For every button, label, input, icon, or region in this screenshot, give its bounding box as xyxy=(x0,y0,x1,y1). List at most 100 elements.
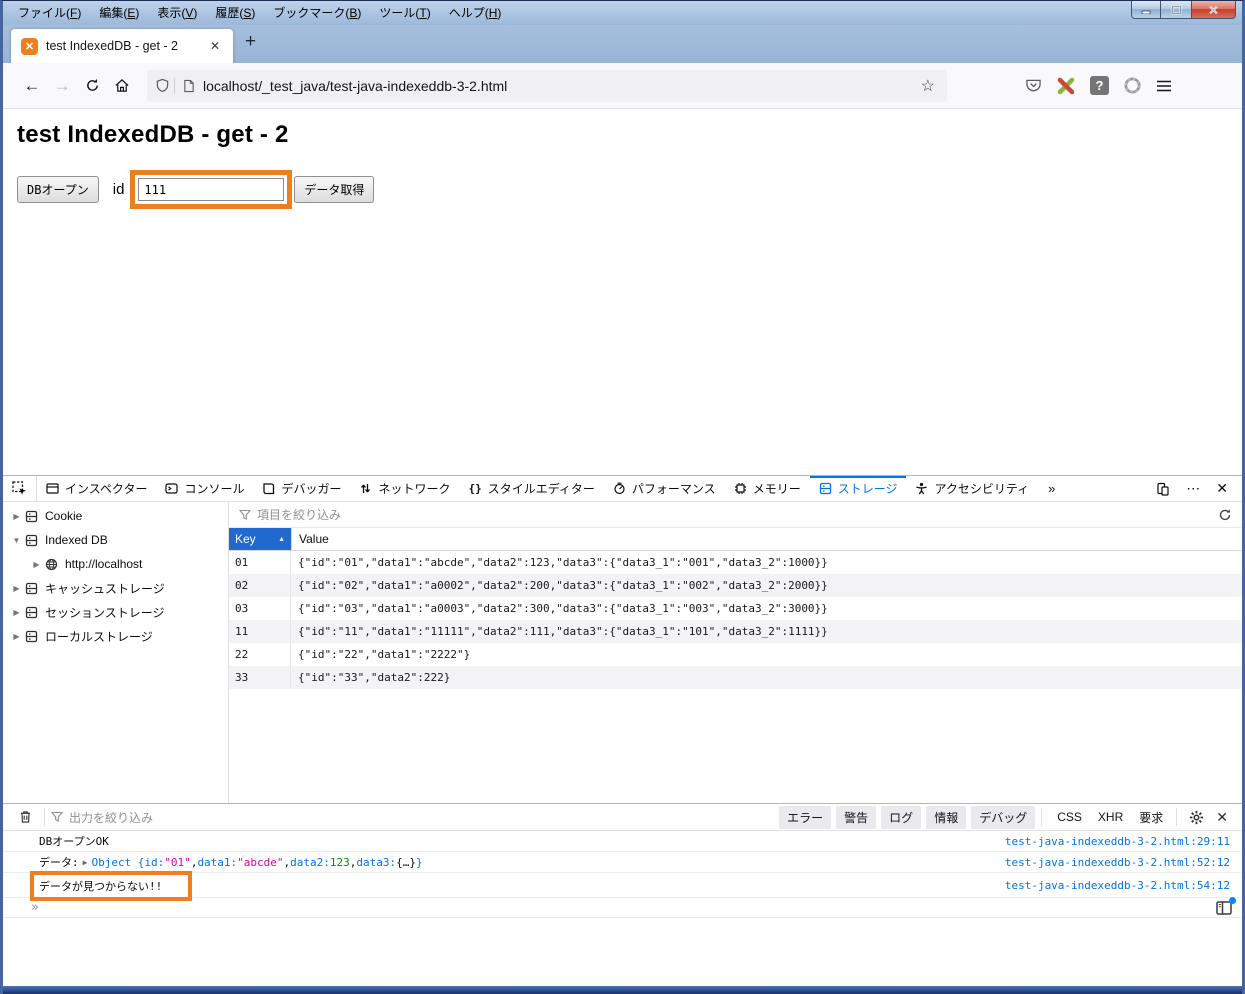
console-source-link[interactable]: test-java-indexeddb-3-2.html:29:11 xyxy=(1005,835,1230,848)
braces-icon: {} xyxy=(468,482,482,495)
browser-tab[interactable]: ✕ test IndexedDB - get - 2 ✕ xyxy=(11,29,233,63)
close-button[interactable] xyxy=(1191,1,1236,19)
devtools-tab-console[interactable]: コンソール xyxy=(156,476,253,501)
menu-item-2[interactable]: 表示(V) xyxy=(148,1,206,25)
twisty-expanded-icon[interactable]: ▼ xyxy=(11,536,22,545)
devtools-tab-network[interactable]: ネットワーク xyxy=(350,476,459,501)
devtools-tab-storage[interactable]: ストレージ xyxy=(810,476,907,501)
devtools-close-icon[interactable]: ✕ xyxy=(1210,480,1234,497)
devtools-tab-performance[interactable]: パフォーマンス xyxy=(604,476,725,501)
menu-item-4[interactable]: ブックマーク(B) xyxy=(264,1,370,25)
menu-item-0[interactable]: ファイル(F) xyxy=(9,1,90,25)
table-row[interactable]: 02 {"id":"02","data1":"a0002","data2":200… xyxy=(229,574,1242,597)
tab-close-icon[interactable]: ✕ xyxy=(205,37,225,55)
column-header-value[interactable]: Value xyxy=(291,528,1242,550)
bookmark-star-icon[interactable]: ☆ xyxy=(917,76,939,96)
inspector-icon xyxy=(46,482,59,495)
menu-item-3[interactable]: 履歴(S) xyxy=(206,1,264,25)
new-tab-button[interactable]: + xyxy=(233,31,268,57)
console-source-link[interactable]: test-java-indexeddb-3-2.html:52:12 xyxy=(1005,856,1230,869)
menu-item-6[interactable]: ヘルプ(H) xyxy=(440,1,511,25)
twisty-collapsed-icon[interactable]: ▶ xyxy=(11,632,22,641)
ring-icon[interactable] xyxy=(1123,76,1142,95)
console-input-row[interactable]: » xyxy=(3,896,1242,918)
console-filter-chip-1[interactable]: 警告 xyxy=(836,805,877,829)
pocket-icon[interactable] xyxy=(1025,78,1042,93)
sidebar-item-3[interactable]: ▶ キャッシュストレージ xyxy=(3,576,228,600)
shield-icon[interactable] xyxy=(155,78,170,93)
db-open-button[interactable]: DBオープン xyxy=(17,176,99,203)
url-bar[interactable]: localhost/_test_java/test-java-indexeddb… xyxy=(147,69,947,102)
storage-sidebar: ▶ Cookie ▼ Indexed DB ▶ http://localhost ▶ キャッシ… xyxy=(3,502,229,803)
sidebar-item-1[interactable]: ▼ Indexed DB xyxy=(3,528,228,552)
console-message-0: DBオープンOK test-java-indexeddb-3-2.html:29:… xyxy=(3,831,1242,852)
home-button[interactable] xyxy=(107,71,137,101)
devtools-tab-styleeditor[interactable]: {} スタイルエディター xyxy=(460,476,604,501)
console-filter-chip-4[interactable]: デバッグ xyxy=(971,805,1036,829)
table-row[interactable]: 22 {"id":"22","data1":"2222"} xyxy=(229,643,1242,666)
menu-item-5[interactable]: ツール(T) xyxy=(370,1,439,25)
gear-icon[interactable] xyxy=(1183,810,1210,825)
refresh-icon[interactable] xyxy=(1218,508,1232,522)
more-tabs-button[interactable]: » xyxy=(1038,476,1065,501)
console-token-plain: データ: xyxy=(39,856,79,869)
console-close-icon[interactable]: ✕ xyxy=(1210,809,1234,826)
console-filter-input[interactable]: 出力を絞り込み xyxy=(51,809,774,826)
table-row[interactable]: 01 {"id":"01","data1":"abcde","data2":123… xyxy=(229,551,1242,574)
question-extension-icon[interactable]: ? xyxy=(1090,76,1109,95)
sidebar-toggle-icon[interactable] xyxy=(1214,896,1236,917)
responsive-design-icon[interactable] xyxy=(1150,482,1176,496)
console-token-obj: Object { xyxy=(91,855,145,869)
pick-element-icon[interactable] xyxy=(3,476,37,501)
minimize-button[interactable] xyxy=(1131,1,1161,19)
reload-button[interactable] xyxy=(77,71,107,101)
get-data-button[interactable]: データ取得 xyxy=(294,176,375,203)
table-row[interactable]: 11 {"id":"11","data1":"11111","data2":111… xyxy=(229,620,1242,643)
storage-filter-input[interactable]: 項目を絞り込み xyxy=(257,506,1218,523)
sidebar-item-label: ローカルストレージ xyxy=(45,629,153,644)
extension-x-icon[interactable] xyxy=(1056,77,1076,95)
sidebar-item-2[interactable]: ▶ http://localhost xyxy=(3,552,228,576)
console-filter-link-0[interactable]: CSS xyxy=(1050,806,1089,829)
back-button[interactable]: ← xyxy=(17,71,47,101)
maximize-button[interactable] xyxy=(1161,1,1191,19)
globe-icon xyxy=(45,558,58,571)
menu-item-1[interactable]: 編集(E) xyxy=(90,1,148,25)
table-row[interactable]: 33 {"id":"33","data2":222} xyxy=(229,666,1242,689)
table-row[interactable]: 03 {"id":"03","data1":"a0003","data2":300… xyxy=(229,597,1242,620)
console-filter-links: CSS XHR 要求 xyxy=(1048,806,1170,829)
expand-caret-icon[interactable]: ▶ xyxy=(83,858,88,867)
column-header-key[interactable]: Key ▲ xyxy=(229,528,291,550)
devtools-tab-memory[interactable]: メモリー xyxy=(725,476,810,501)
twisty-collapsed-icon[interactable]: ▶ xyxy=(11,512,22,521)
id-input[interactable] xyxy=(138,178,285,201)
console-filter-link-1[interactable]: XHR xyxy=(1091,806,1130,829)
url-text[interactable]: localhost/_test_java/test-java-indexeddb… xyxy=(203,78,917,94)
urlbar-separator xyxy=(174,77,175,94)
devtools-tab-inspector[interactable]: インスペクター xyxy=(37,476,156,501)
menu-icon[interactable] xyxy=(1156,79,1172,93)
meatball-menu-icon[interactable]: ⋯ xyxy=(1180,480,1206,497)
twisty-collapsed-icon[interactable]: ▶ xyxy=(11,584,22,593)
trash-icon[interactable] xyxy=(13,810,38,824)
console-filter-chip-2[interactable]: ログ xyxy=(881,805,922,829)
cell-key: 33 xyxy=(229,666,291,689)
forward-button[interactable]: → xyxy=(47,71,77,101)
console-filter-chip-3[interactable]: 情報 xyxy=(926,805,967,829)
devtools-tab-accessibility[interactable]: アクセシビリティ xyxy=(906,476,1038,501)
twisty-collapsed-icon[interactable]: ▶ xyxy=(31,560,42,569)
console-filter-chip-0[interactable]: エラー xyxy=(779,805,832,829)
console-token-obj: } xyxy=(416,855,423,869)
twisty-collapsed-icon[interactable]: ▶ xyxy=(11,608,22,617)
console-message-text: データが見つからない!! xyxy=(30,871,993,901)
page-icon[interactable] xyxy=(183,79,195,93)
sidebar-item-5[interactable]: ▶ ローカルストレージ xyxy=(3,624,228,648)
sidebar-item-0[interactable]: ▶ Cookie xyxy=(3,504,228,528)
sidebar-item-4[interactable]: ▶ セッションストレージ xyxy=(3,600,228,624)
console-filter-link-2[interactable]: 要求 xyxy=(1132,806,1170,829)
console-source-link[interactable]: test-java-indexeddb-3-2.html:54:12 xyxy=(1005,879,1230,892)
devtools-tab-debugger[interactable]: デバッガー xyxy=(253,476,350,501)
cell-key: 11 xyxy=(229,620,291,643)
empty-area xyxy=(3,918,1242,986)
storage-icon xyxy=(819,482,832,495)
